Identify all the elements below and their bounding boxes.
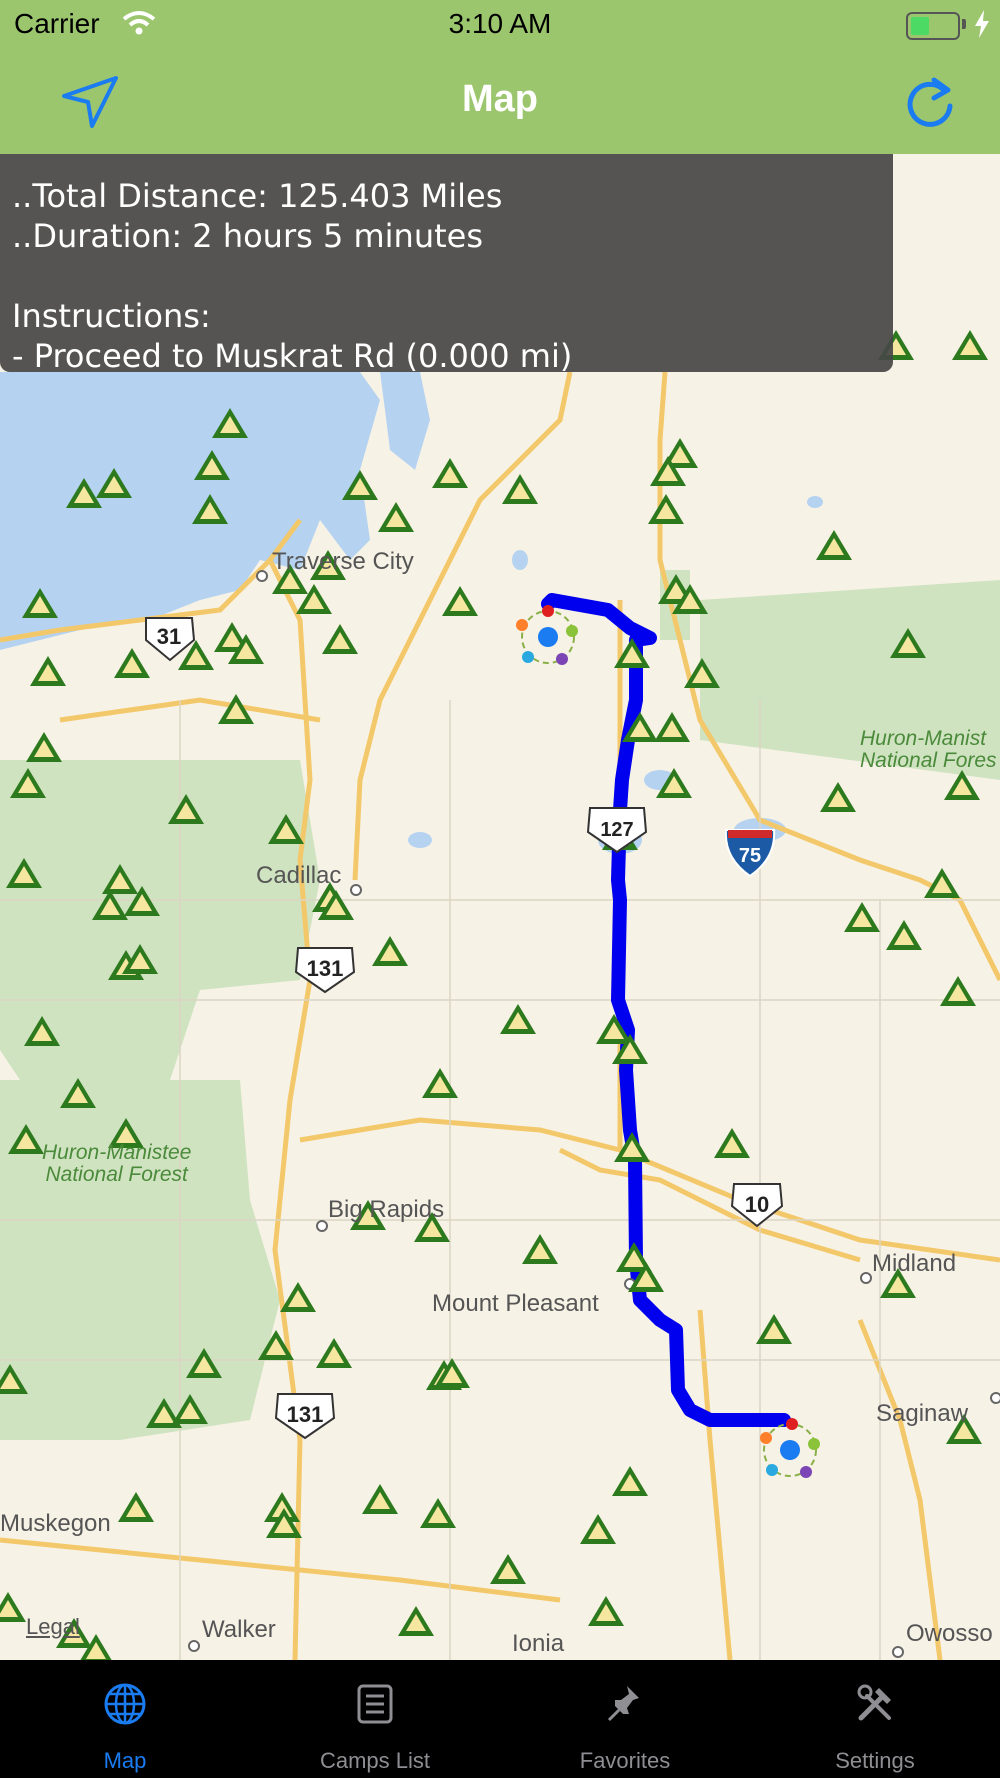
- shield-us31: 31: [157, 624, 181, 649]
- tab-settings-label: Settings: [835, 1748, 915, 1773]
- list-icon: [357, 1684, 393, 1724]
- legal-link[interactable]: Legal: [26, 1614, 80, 1640]
- place-mount-pleasant: Mount Pleasant: [432, 1290, 599, 1317]
- map-canvas: 31 131 131 10 127 75: [0, 330, 1000, 1660]
- shield-us127: 127: [600, 819, 633, 841]
- place-muskegon: Muskegon: [0, 1510, 111, 1537]
- instruction-item: - Proceed to Muskrat Rd (0.000 mi): [12, 337, 573, 375]
- globe-icon: [104, 1683, 146, 1725]
- battery-tip: [962, 19, 966, 29]
- instructions-heading: Instructions:: [12, 297, 211, 335]
- place-traverse-city: Traverse City: [272, 548, 414, 575]
- place-ionia: Ionia: [512, 1630, 565, 1657]
- lake: [408, 832, 432, 848]
- shield-us131-b: 131: [287, 1402, 324, 1427]
- tab-favorites-label: Favorites: [579, 1748, 671, 1773]
- shield-us131-a: 131: [307, 956, 344, 981]
- lake: [807, 496, 823, 508]
- place-walker: Walker: [202, 1616, 276, 1643]
- tab-map[interactable]: Map: [0, 1660, 250, 1778]
- lake: [512, 550, 528, 570]
- charging-icon: [975, 10, 989, 38]
- forest-label-west: Huron-Manistee National Forest: [42, 1142, 191, 1186]
- place-cadillac: Cadillac: [256, 862, 342, 889]
- refresh-icon[interactable]: [904, 72, 960, 132]
- page-title: Map: [462, 78, 538, 120]
- tab-map-label: Map: [103, 1748, 147, 1773]
- tab-camps-list-label: Camps List: [319, 1748, 431, 1773]
- total-distance: ..Total Distance: 125.403 Miles: [12, 177, 503, 215]
- tab-camps-list[interactable]: Camps List: [250, 1660, 500, 1778]
- forest-label-east: Huron-Manist National Fores: [860, 728, 997, 772]
- nav-bar: Map: [0, 52, 1000, 154]
- shield-i75: 75: [739, 845, 761, 867]
- place-owosso: Owosso: [906, 1620, 993, 1647]
- tab-favorites[interactable]: Favorites: [500, 1660, 750, 1778]
- map-view[interactable]: 31 131 131 10 127 75 Traverse City Cadil…: [0, 154, 1000, 1660]
- route-info-panel: ..Total Distance: 125.403 Miles ..Durati…: [0, 154, 893, 375]
- forest-label-east-line1: Huron-Manist: [860, 727, 987, 750]
- tools-icon: [857, 1684, 891, 1721]
- pin-icon: [607, 1686, 639, 1722]
- place-midland: Midland: [872, 1250, 957, 1277]
- battery-icon: [906, 12, 960, 40]
- start-marker[interactable]: [516, 605, 578, 665]
- place-big-rapids: Big Rapids: [328, 1196, 445, 1223]
- forest-label-west-line1: Huron-Manistee: [42, 1141, 192, 1164]
- forest-label-east-line2: National Fores: [860, 749, 997, 772]
- place-saginaw: Saginaw: [876, 1400, 969, 1427]
- forest-label-west-line2: National Forest: [45, 1163, 188, 1186]
- shield-us10: 10: [745, 1192, 769, 1217]
- status-bar: Carrier 3:10 AM: [0, 0, 1000, 52]
- duration: ..Duration: 2 hours 5 minutes: [12, 217, 484, 255]
- forest-area: [0, 1080, 280, 1440]
- bay-arm: [380, 372, 430, 470]
- tab-settings[interactable]: Settings: [750, 1660, 1000, 1778]
- tab-bar: Map Camps List Favorites Settings: [0, 1660, 1000, 1778]
- clock: 3:10 AM: [448, 8, 552, 39]
